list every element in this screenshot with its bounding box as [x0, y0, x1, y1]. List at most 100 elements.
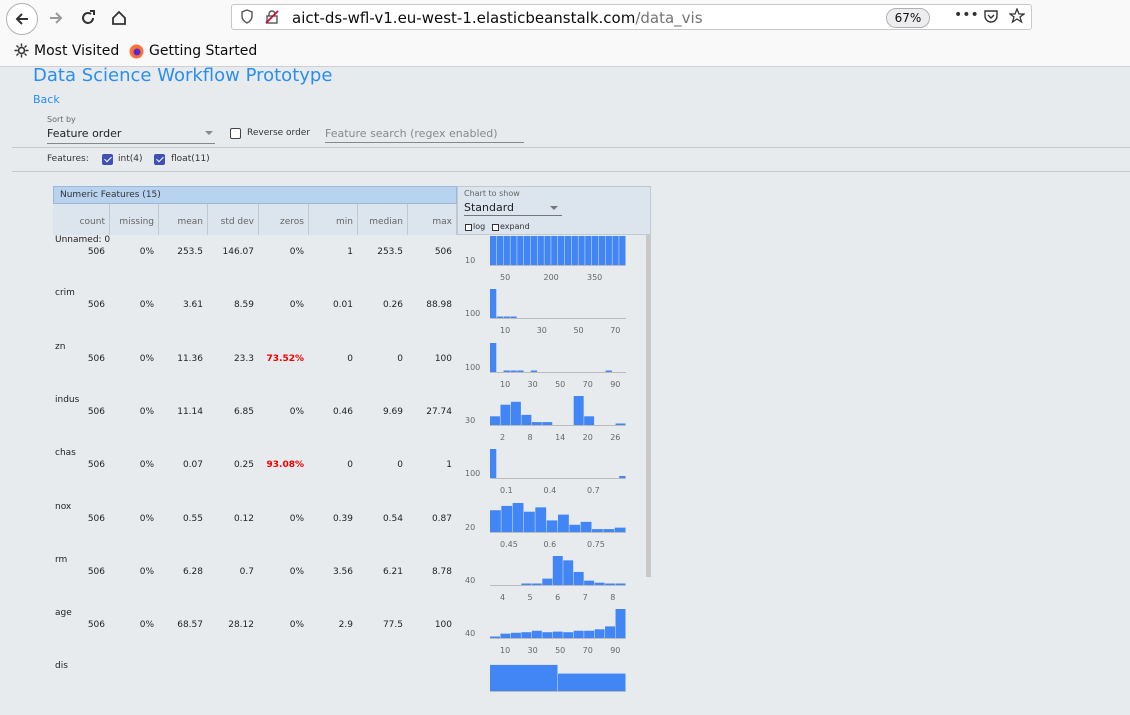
- feature-name: crim: [55, 288, 75, 299]
- histogram-chart: 30 2 8 14 20 26: [465, 395, 626, 442]
- cell-min: 0: [347, 353, 353, 364]
- sort-by-select[interactable]: Feature order: [47, 127, 215, 144]
- cell-median: 0: [397, 460, 403, 471]
- feature-name: indus: [55, 394, 80, 405]
- scrollbar[interactable]: [646, 235, 651, 577]
- cell-std-dev: 6.85: [233, 406, 254, 417]
- column-header-std-dev[interactable]: std dev: [208, 204, 259, 235]
- histogram-bar: [490, 509, 501, 532]
- url-path: /data_vis: [635, 9, 703, 27]
- column-header-median[interactable]: median: [358, 204, 408, 235]
- chart-type-select[interactable]: Standard: [464, 201, 562, 216]
- more-icon[interactable]: •••: [954, 7, 979, 23]
- histogram-chart: 40 10 30 50 70 90: [465, 609, 626, 655]
- histogram-bar: [490, 289, 497, 319]
- float-filter-checkbox[interactable]: [154, 154, 165, 165]
- x-tick-label: 10: [500, 380, 510, 389]
- bookmark-getting-started[interactable]: Getting Started: [149, 43, 257, 59]
- x-tick-label: 50: [573, 326, 583, 335]
- histogram-bar: [537, 236, 544, 265]
- forward-arrow-icon[interactable]: [42, 4, 70, 32]
- histogram-bar: [496, 316, 504, 319]
- cell-count: 506: [87, 620, 105, 631]
- reload-icon[interactable]: [74, 4, 102, 32]
- column-header-mean[interactable]: mean: [159, 204, 208, 235]
- cell-max: 27.74: [426, 406, 452, 417]
- star-icon[interactable]: [1008, 7, 1026, 28]
- histogram-bar: [535, 506, 547, 532]
- histogram-bar: [614, 527, 626, 532]
- y-axis-label: 40: [465, 629, 475, 638]
- histogram-bar: [585, 236, 592, 265]
- url-bar[interactable]: aict-ds-wfl-v1.eu-west-1.elasticbeanstal…: [231, 4, 1032, 30]
- cell-zeros: 0%: [289, 406, 304, 417]
- feature-name: zn: [55, 341, 66, 352]
- histogram-chart: 100 10 30 50 70: [465, 289, 626, 335]
- chart-options-panel: Chart to show Standard log expand: [457, 186, 651, 235]
- cell-mean: 6.28: [182, 566, 203, 577]
- back-arrow-icon[interactable]: [6, 3, 38, 35]
- chart-type-value: Standard: [464, 201, 515, 214]
- cell-max: 506: [434, 247, 452, 257]
- histogram-chart: 100 10 30 50 70 90: [465, 342, 626, 389]
- sort-by-label: Sort by: [47, 115, 76, 124]
- back-link[interactable]: Back: [33, 93, 60, 106]
- histogram-bar: [501, 505, 513, 532]
- cell-zeros: 0%: [289, 300, 304, 311]
- zoom-indicator[interactable]: 67%: [886, 8, 930, 28]
- table-body: Unnamed: 0 506 0% 253.5 146.07 0% 1 253.5 506 10 5…: [53, 235, 651, 693]
- cell-zeros: 0%: [289, 620, 304, 631]
- shield-icon[interactable]: [240, 9, 254, 28]
- histogram-bar: [584, 416, 595, 425]
- histogram-bar: [530, 236, 538, 265]
- y-axis-label: 100: [465, 309, 480, 318]
- log-checkbox[interactable]: [465, 224, 472, 231]
- x-tick-label: 200: [544, 273, 559, 282]
- x-tick-label: 0.6: [544, 540, 557, 549]
- page-content: Data Science Workflow Prototype Back Sor…: [12, 65, 1130, 693]
- browser-toolbar: aict-ds-wfl-v1.eu-west-1.elasticbeanstal…: [0, 0, 1130, 67]
- cell-min: 1: [347, 247, 353, 257]
- column-header-count[interactable]: count: [53, 204, 110, 235]
- histogram-bar: [500, 404, 511, 425]
- histogram-bar: [571, 236, 578, 265]
- insecure-lock-icon[interactable]: [264, 9, 280, 29]
- expand-checkbox[interactable]: [492, 224, 499, 231]
- histogram-chart: 10 50 200 350: [465, 236, 626, 282]
- home-icon[interactable]: [105, 4, 133, 32]
- cell-min: 0: [347, 460, 353, 471]
- column-header-min[interactable]: min: [309, 204, 358, 235]
- cell-missing: 0%: [139, 513, 154, 524]
- x-tick-label: 2: [500, 433, 505, 442]
- y-axis-label: 20: [465, 523, 475, 532]
- x-tick-label: 10: [500, 646, 510, 655]
- pocket-icon[interactable]: [983, 9, 999, 28]
- cell-mean: 11.36: [177, 353, 203, 364]
- reverse-order-checkbox[interactable]: [230, 128, 241, 139]
- cell-median: 77.5: [382, 620, 403, 631]
- log-label: log: [473, 222, 486, 231]
- histogram-bar: [496, 236, 504, 265]
- histogram-bar: [517, 370, 524, 372]
- histogram-bar: [580, 521, 592, 532]
- histogram-bar: [592, 236, 599, 265]
- feature-name: age: [55, 608, 72, 619]
- int-filter-checkbox[interactable]: [102, 154, 113, 165]
- feature-search-input[interactable]: Feature search (regex enabled): [325, 127, 524, 143]
- bookmark-most-visited[interactable]: Most Visited: [34, 43, 119, 59]
- feature-name: chas: [55, 448, 76, 459]
- cell-median: 0.54: [382, 513, 403, 524]
- histogram-bar: [552, 555, 563, 585]
- x-tick-label: 7: [583, 593, 588, 602]
- y-axis-label: 10: [465, 256, 475, 265]
- x-tick-label: 26: [610, 433, 620, 442]
- x-tick-label: 4: [500, 593, 505, 602]
- column-header-zeros[interactable]: zeros: [259, 204, 309, 235]
- histogram-bar: [542, 578, 553, 585]
- column-header-max[interactable]: max: [408, 204, 457, 235]
- column-header-missing[interactable]: missing: [110, 204, 159, 235]
- cell-mean: 0.55: [182, 513, 203, 524]
- cell-std-dev: 8.59: [233, 300, 254, 311]
- x-tick-label: 5: [528, 593, 533, 602]
- histogram-bar: [524, 511, 535, 532]
